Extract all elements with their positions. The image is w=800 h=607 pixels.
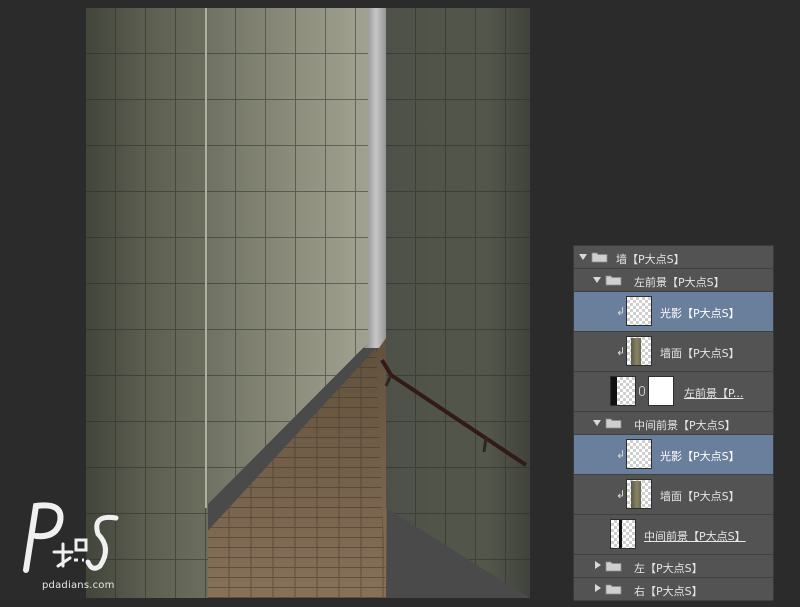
- collapse-triangle-icon[interactable]: [595, 561, 601, 569]
- watermark-site: pdadians.com: [42, 580, 115, 591]
- link-chain-icon[interactable]: [639, 386, 645, 396]
- layer-name: 墙面【P大点S】: [660, 490, 740, 503]
- layer-name: 左前景【P...: [684, 387, 744, 400]
- layer-group-right[interactable]: 右【P大点S】: [574, 578, 773, 601]
- expand-triangle-icon[interactable]: [593, 420, 601, 426]
- ps-logo-mark: [23, 502, 119, 573]
- layer-thumbnail-icon: [610, 376, 636, 406]
- layer-group-left-foreground[interactable]: 左前景【P大点S】: [574, 269, 773, 292]
- folder-icon: [605, 584, 622, 595]
- collapse-triangle-icon[interactable]: [595, 584, 601, 592]
- pdadians-watermark: pdadians.com: [14, 500, 124, 595]
- layer-name: 右【P大点S】: [634, 585, 703, 598]
- layer-wall-surface-2[interactable]: ↲ 墙面【P大点S】: [574, 475, 773, 515]
- document-canvas[interactable]: [86, 8, 530, 598]
- layer-left-foreground[interactable]: 左前景【P...: [574, 372, 773, 412]
- layer-light-shadow-2[interactable]: ↲ 光影【P大点S】: [574, 435, 773, 475]
- clipping-arrow-icon: ↲: [616, 305, 626, 318]
- expand-triangle-icon[interactable]: [593, 277, 601, 283]
- transparent-thumbnail-icon: [626, 296, 652, 326]
- folder-icon: [591, 252, 608, 263]
- expand-triangle-icon[interactable]: [579, 254, 587, 260]
- layer-name: 中间前景【P大点S】: [644, 530, 746, 543]
- layer-name: 光影【P大点S】: [660, 307, 740, 320]
- layer-group-middle-foreground[interactable]: 中间前景【P大点S】: [574, 412, 773, 435]
- layer-name: 中间前景【P大点S】: [634, 419, 736, 432]
- folder-icon: [605, 275, 622, 286]
- transparent-thumbnail-icon: [626, 439, 652, 469]
- layer-middle-foreground[interactable]: 中间前景【P大点S】: [574, 515, 773, 555]
- layer-thumbnail-icon: [610, 519, 636, 549]
- layer-name: 墙面【P大点S】: [660, 347, 740, 360]
- folder-icon: [605, 418, 622, 429]
- wall-thumbnail-icon: [626, 479, 652, 509]
- wall-thumbnail-icon: [626, 336, 652, 366]
- layer-name: 光影【P大点S】: [660, 450, 740, 463]
- layer-name: 左前景【P大点S】: [634, 276, 725, 289]
- clipping-arrow-icon: ↲: [616, 448, 626, 461]
- folder-icon: [605, 561, 622, 572]
- layer-wall-surface-1[interactable]: ↲ 墙面【P大点S】: [574, 332, 773, 372]
- clipping-arrow-icon: ↲: [616, 345, 626, 358]
- alley-artwork: [86, 8, 530, 598]
- layer-name: 墙【P大点S】: [616, 253, 685, 266]
- layer-name: 左【P大点S】: [634, 562, 703, 575]
- clipping-arrow-icon: ↲: [616, 488, 626, 501]
- layer-group-wall[interactable]: 墙【P大点S】: [574, 246, 773, 269]
- layers-panel[interactable]: 墙【P大点S】 左前景【P大点S】 ↲ 光影【P大点S】 ↲ 墙面【P大点S】 …: [573, 245, 774, 601]
- layer-light-shadow-1[interactable]: ↲ 光影【P大点S】: [574, 292, 773, 332]
- layer-group-left[interactable]: 左【P大点S】: [574, 555, 773, 578]
- layer-mask-thumbnail[interactable]: [648, 376, 674, 406]
